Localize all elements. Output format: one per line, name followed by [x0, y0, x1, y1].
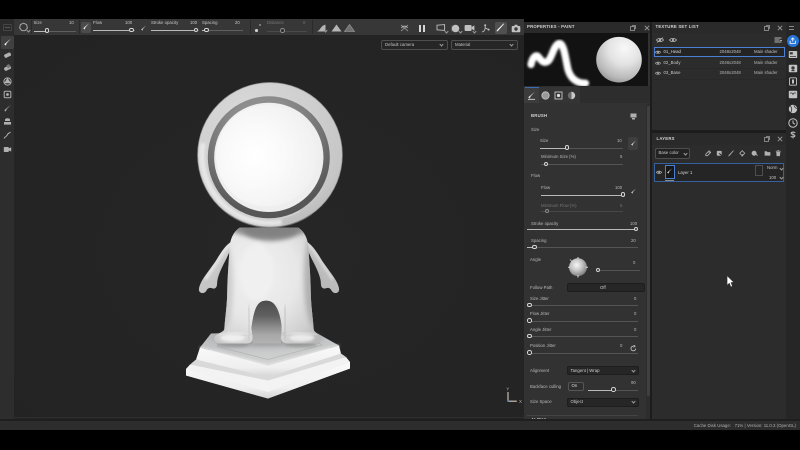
- svg-text:X: X: [519, 399, 522, 404]
- svg-text:Y: Y: [506, 387, 509, 392]
